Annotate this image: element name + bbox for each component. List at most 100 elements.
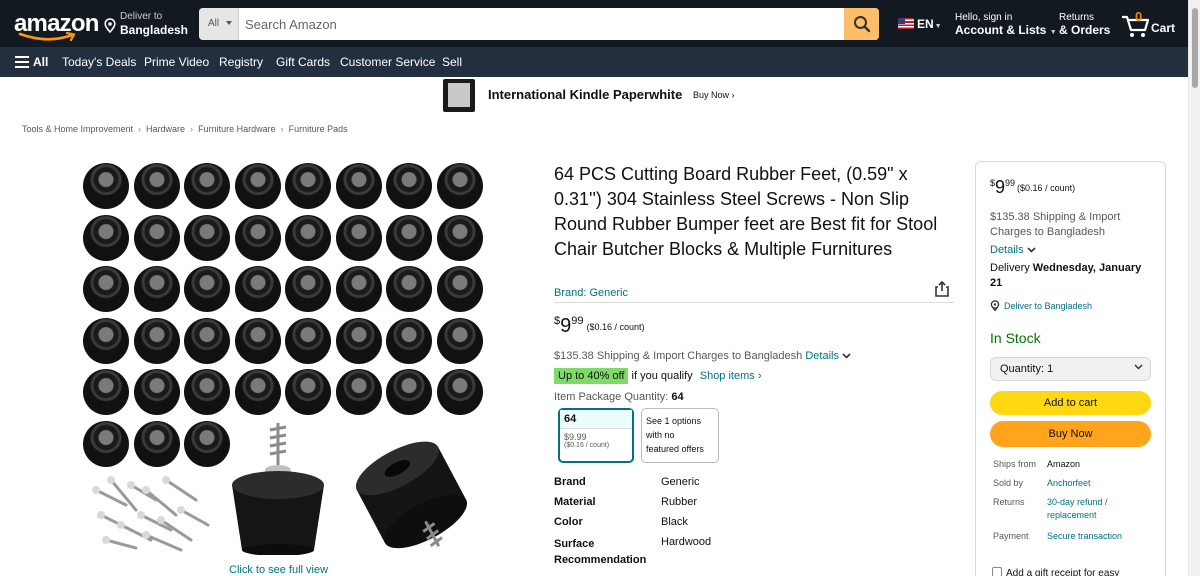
chevron-down-icon — [1134, 364, 1143, 370]
language-selector[interactable]: EN▼ — [898, 17, 942, 31]
package-option-64[interactable]: 64 $9.99 ($0.16 / count) — [558, 408, 634, 463]
kindle-promo-banner[interactable]: International Kindle Paperwhite Buy Now … — [0, 77, 1188, 114]
cart-button[interactable]: 0 Cart — [1121, 9, 1176, 38]
rubber-foot — [285, 317, 331, 364]
nav-sell[interactable]: Sell — [442, 55, 462, 69]
package-option-see-options[interactable]: See 1 options with no featured offers — [641, 408, 719, 463]
option-text-line3: featured offers — [646, 444, 704, 454]
search-category-dropdown[interactable]: All — [199, 8, 239, 40]
shipping-charges: $135.38 Shipping & Import Charges to Ban… — [554, 350, 851, 362]
spec-value: Rubber — [661, 496, 698, 508]
nav-gift-cards[interactable]: Gift Cards — [276, 55, 330, 69]
page-scrollbar[interactable] — [1188, 0, 1200, 576]
nav-customer-service[interactable]: Customer Service — [340, 55, 435, 69]
stock-status: In Stock — [990, 330, 1041, 346]
rubber-foot — [335, 266, 382, 312]
breadcrumb-furniture-hardware[interactable]: Furniture Hardware — [198, 124, 276, 134]
deliver-to-label: Deliver to — [120, 11, 163, 22]
shipping-details-link[interactable]: Details — [805, 350, 851, 362]
location-pin-icon — [990, 300, 1000, 312]
breadcrumb-hardware[interactable]: Hardware — [146, 124, 185, 134]
see-full-view-link[interactable]: Click to see full view — [229, 564, 328, 576]
rubber-foot — [234, 317, 281, 364]
buy-now-button[interactable]: Buy Now — [990, 421, 1151, 447]
rubber-foot — [133, 317, 180, 364]
secure-transaction-link[interactable]: Secure transaction — [1047, 531, 1122, 541]
buybox-details-link[interactable]: Details — [990, 244, 1036, 256]
rubber-foot — [83, 266, 129, 312]
us-flag-icon — [898, 18, 914, 29]
deliver-to-country: Bangladesh — [120, 23, 189, 37]
cart-count: 0 — [1135, 9, 1143, 24]
rubber-foot — [285, 214, 331, 261]
nav-registry[interactable]: Registry — [219, 55, 263, 69]
rubber-foot — [83, 317, 129, 364]
rubber-foot — [386, 266, 432, 312]
search-button[interactable] — [844, 8, 879, 40]
gift-receipt-option[interactable]: Add a gift receipt for easy — [992, 567, 1119, 576]
rubber-foot — [285, 266, 331, 312]
deliver-to-link[interactable]: Deliver to Bangladesh — [990, 300, 1092, 312]
delivery-date: Delivery Wednesday, January 21 — [990, 261, 1150, 291]
rubber-foot — [386, 163, 432, 209]
spec-label: Color — [554, 516, 583, 528]
spec-value: Hardwood — [661, 536, 712, 548]
breadcrumb-separator: › — [138, 124, 142, 134]
orders-label: & Orders — [1059, 23, 1111, 37]
shop-items-link[interactable]: Shop items › — [700, 370, 762, 382]
account-and-lists[interactable]: Hello, sign in Account & Lists ▼ — [955, 12, 1057, 37]
search-input[interactable] — [239, 8, 844, 40]
returns-policy-link-continued[interactable]: replacement — [1047, 510, 1097, 520]
buybox-shipping-charges: $135.38 Shipping & Import Charges to Ban… — [990, 211, 1121, 238]
amazon-logo[interactable]: amazon — [14, 10, 99, 42]
rubber-foot — [386, 317, 432, 364]
breadcrumb-furniture-pads[interactable]: Furniture Pads — [289, 124, 348, 134]
caret-down-icon — [226, 21, 232, 25]
info-label: Ships from — [993, 459, 1037, 469]
option-text-line2: with no — [646, 430, 675, 440]
rubber-foot — [184, 317, 230, 364]
search-category-label: All — [208, 18, 220, 29]
info-label: Returns — [993, 497, 1025, 507]
search-icon — [853, 16, 870, 33]
seller-link[interactable]: Anchorfeet — [1047, 478, 1091, 488]
rubber-foot — [436, 214, 483, 261]
nav-todays-deals[interactable]: Today's Deals — [62, 55, 136, 69]
price-per-unit: ($0.16 / count) — [1017, 183, 1076, 193]
scrollbar-thumb[interactable] — [1192, 8, 1198, 88]
package-quantity-value: 64 — [671, 391, 684, 403]
rubber-foot — [133, 266, 180, 312]
hamburger-menu-icon[interactable] — [15, 56, 29, 68]
buy-box: $999 ($0.16 / count) $135.38 Shipping & I… — [975, 161, 1166, 576]
option-text-line1: See 1 options — [646, 416, 702, 426]
product-title: 64 PCS Cutting Board Rubber Feet, (0.59"… — [554, 164, 938, 259]
account-lists-label: Account & Lists — [955, 23, 1047, 37]
product-image[interactable] — [80, 160, 483, 558]
rubber-foot — [386, 214, 432, 261]
rubber-foot — [83, 369, 129, 415]
banner-buy-now-link[interactable]: Buy Now › — [693, 90, 735, 100]
caret-down-icon: ▼ — [1049, 29, 1057, 36]
account-greeting: Hello, sign in — [955, 12, 1013, 23]
brand-link[interactable]: Brand: Generic — [554, 287, 628, 299]
deal-badge: Up to 40% off — [554, 368, 629, 384]
breadcrumb-tools-home-improvement[interactable]: Tools & Home Improvement — [22, 124, 133, 134]
rubber-foot — [335, 369, 382, 415]
banner-title: International Kindle Paperwhite — [488, 87, 683, 102]
add-to-cart-button[interactable]: Add to cart — [990, 391, 1151, 415]
nav-prime-video[interactable]: Prime Video — [144, 55, 209, 69]
returns-and-orders[interactable]: Returns & Orders — [1059, 12, 1110, 37]
price-whole: 9 — [560, 315, 572, 337]
returns-policy-link[interactable]: 30-day refund / — [1047, 497, 1108, 507]
nav-all-menu[interactable]: All — [33, 55, 48, 69]
spec-label: Material — [554, 496, 596, 508]
gift-receipt-label: Add a gift receipt for easy — [1006, 568, 1120, 576]
caret-down-icon: ▼ — [934, 23, 942, 30]
info-label: Payment — [993, 531, 1029, 541]
quantity-dropdown[interactable]: Quantity: 1 — [990, 357, 1151, 381]
share-icon — [935, 280, 949, 297]
rubber-foot — [436, 163, 483, 209]
gift-receipt-checkbox[interactable] — [992, 567, 1002, 576]
share-button[interactable] — [934, 280, 950, 303]
delivery-prefix: Delivery — [990, 262, 1030, 274]
